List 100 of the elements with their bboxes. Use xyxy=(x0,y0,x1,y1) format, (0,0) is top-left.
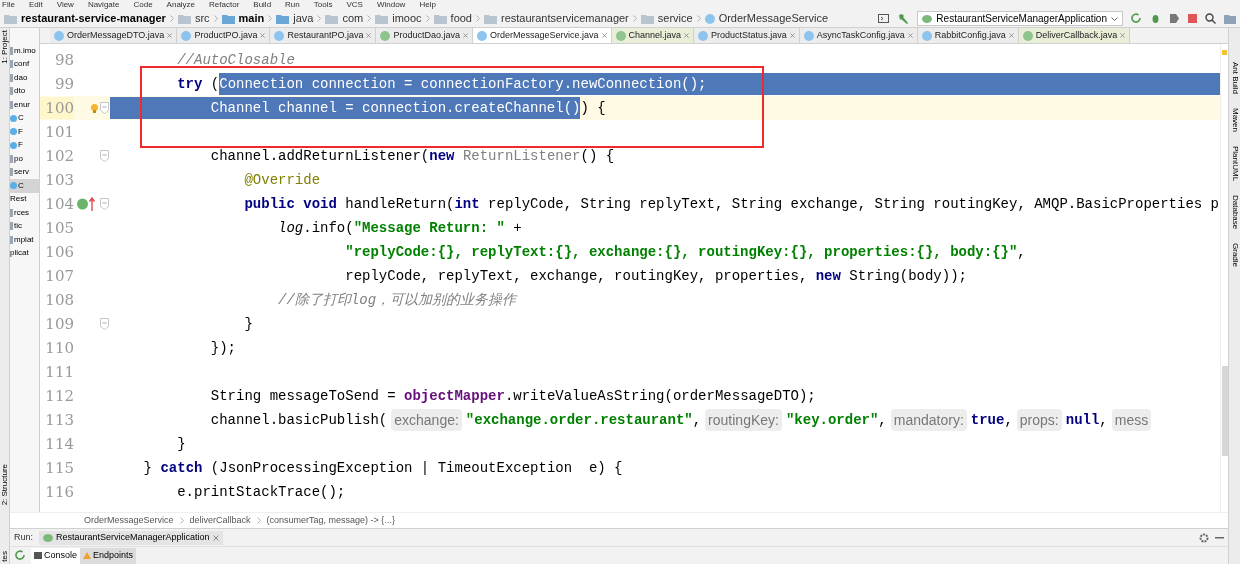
breadcrumb-item[interactable]: (consumerTag, message) -> {...} xyxy=(266,513,395,528)
console-tab[interactable]: Endpoints xyxy=(80,547,137,564)
code-text: ReturnListener xyxy=(461,147,581,166)
tool-window-tab[interactable]: Gradle xyxy=(1229,243,1240,268)
menu-item[interactable]: Tools xyxy=(313,0,333,10)
breadcrumb-item[interactable]: OrderMessageService xyxy=(84,513,174,528)
close-icon[interactable] xyxy=(684,33,690,38)
bug-icon[interactable] xyxy=(1150,13,1161,24)
breadcrumb-item[interactable]: java xyxy=(293,10,314,27)
fold-marker-icon[interactable] xyxy=(100,198,109,210)
fold-marker-icon[interactable] xyxy=(100,150,109,162)
breadcrumb-item[interactable]: food xyxy=(450,10,472,27)
editor-tab[interactable]: ProductStatus.java xyxy=(694,28,800,43)
breadcrumb-item[interactable]: service xyxy=(657,10,693,27)
coverage-icon[interactable] xyxy=(1169,13,1180,24)
code-text: (JsonProcessingException | TimeoutException e) { xyxy=(209,459,623,478)
tool-window-tab[interactable]: tes xyxy=(0,551,9,562)
rerun-icon[interactable] xyxy=(1131,13,1142,24)
close-icon[interactable] xyxy=(366,33,372,38)
close-icon[interactable] xyxy=(601,33,607,38)
close-icon[interactable] xyxy=(260,33,266,38)
editor-tab[interactable]: RestaurantPO.java xyxy=(270,28,377,43)
editor-tab[interactable]: ProductPO.java xyxy=(177,28,271,43)
implements-arrow-icon[interactable] xyxy=(77,197,95,211)
menu-item[interactable]: Help xyxy=(419,0,436,10)
project-tree-item[interactable]: mplat xyxy=(10,233,39,247)
tool-window-tab[interactable]: Maven xyxy=(1229,108,1240,133)
menu-item[interactable]: File xyxy=(2,0,15,10)
tool-window-tab[interactable]: Ant Build xyxy=(1229,62,1240,95)
editor-tab[interactable]: DeliverCallback.java xyxy=(1018,28,1131,43)
menu-item[interactable]: Build xyxy=(253,0,272,10)
project-tree-item[interactable]: dto xyxy=(10,84,39,98)
menu-item[interactable]: View xyxy=(56,0,74,10)
breadcrumb-item[interactable]: com xyxy=(342,10,364,27)
close-icon[interactable] xyxy=(1008,33,1014,38)
chevron-right-icon xyxy=(213,15,218,22)
project-tree-item[interactable]: tic xyxy=(10,219,39,233)
project-tree-item[interactable]: F xyxy=(10,125,39,139)
menu-item[interactable]: VCS xyxy=(346,0,363,10)
rerun-icon[interactable] xyxy=(15,550,26,561)
project-tree-item[interactable]: serv xyxy=(10,165,39,179)
folder-icon[interactable] xyxy=(1224,13,1236,24)
close-icon[interactable] xyxy=(1120,33,1126,38)
code-text: channel.basicPublish( xyxy=(209,411,388,430)
project-tree-item[interactable]: m.imo xyxy=(10,44,39,58)
tool-window-tab[interactable]: Database xyxy=(1229,195,1240,230)
project-tree-item[interactable]: po xyxy=(10,152,39,166)
fold-marker-icon[interactable] xyxy=(100,102,109,114)
editor-tab[interactable]: OrderMessageService.java xyxy=(473,28,612,43)
close-icon[interactable] xyxy=(212,534,219,541)
breadcrumb-item[interactable]: deliverCallback xyxy=(189,513,251,528)
tool-window-tab[interactable]: 2: Structure xyxy=(0,463,9,506)
code-text: String messageToSend = xyxy=(209,387,397,406)
run-configuration-dropdown[interactable]: RestaurantServiceManagerApplication xyxy=(917,11,1123,26)
project-tree-item[interactable]: rces xyxy=(10,206,39,220)
editor-tab[interactable]: ProductDao.java xyxy=(376,28,473,43)
code-text: } xyxy=(142,459,153,478)
close-icon[interactable] xyxy=(167,33,173,38)
project-tree-item[interactable]: dao xyxy=(10,71,39,85)
settings-icon[interactable] xyxy=(1199,532,1209,543)
close-icon[interactable] xyxy=(463,33,468,38)
menu-item[interactable]: Analyze xyxy=(166,0,196,10)
editor-tab[interactable]: OrderMessageDTO.java xyxy=(50,28,178,43)
tool-window-tab[interactable]: PlantUML xyxy=(1229,146,1240,182)
project-tree-item[interactable]: enur xyxy=(10,98,39,112)
menu-item[interactable]: Run xyxy=(285,0,300,10)
menu-item[interactable]: Navigate xyxy=(87,0,120,10)
breadcrumb-item[interactable]: restaurant-service-manager xyxy=(21,10,166,27)
minimize-icon[interactable] xyxy=(1215,536,1224,539)
editor-tab[interactable]: RabbitConfig.java xyxy=(917,28,1019,43)
project-tree-item[interactable]: C xyxy=(10,179,39,193)
editor-tab[interactable]: Channel.java xyxy=(611,28,695,43)
breadcrumb-item[interactable]: restaurantservicemanager xyxy=(501,10,629,27)
code-text: , xyxy=(1099,411,1108,430)
menu-item[interactable]: Window xyxy=(376,0,406,10)
project-tree-item[interactable]: Rest xyxy=(10,192,39,206)
console-tab[interactable]: Console xyxy=(31,547,81,564)
interface-icon xyxy=(615,30,626,41)
breadcrumb-item[interactable]: src xyxy=(194,10,210,27)
scrollbar-thumb[interactable] xyxy=(1222,366,1228,456)
menu-item[interactable]: Edit xyxy=(28,0,43,10)
project-tree-item[interactable]: conf xyxy=(10,57,39,71)
fold-marker-icon[interactable] xyxy=(100,318,109,330)
close-icon[interactable] xyxy=(789,33,795,38)
editor-tab[interactable]: AsyncTaskConfig.java xyxy=(799,28,918,43)
hammer-icon[interactable] xyxy=(897,12,910,25)
run-tab[interactable]: RestaurantServiceManagerApplication xyxy=(39,530,223,545)
breadcrumb-item[interactable]: imooc xyxy=(392,10,422,27)
close-icon[interactable] xyxy=(907,33,913,38)
lightbulb-icon[interactable] xyxy=(91,103,98,113)
tool-window-tab[interactable]: 1: Project xyxy=(0,30,9,64)
breadcrumb-item[interactable]: main xyxy=(238,10,265,27)
project-tree-item[interactable]: plicat xyxy=(10,246,39,260)
breadcrumb-item[interactable]: OrderMessageService xyxy=(718,10,829,27)
search-icon[interactable] xyxy=(1205,13,1216,24)
menu-item[interactable]: Refactor xyxy=(209,0,240,10)
project-tree-item[interactable]: F xyxy=(10,138,39,152)
project-tree-item[interactable]: C xyxy=(10,111,39,125)
menu-item[interactable]: Code xyxy=(133,0,153,10)
window-icon[interactable] xyxy=(878,14,890,23)
